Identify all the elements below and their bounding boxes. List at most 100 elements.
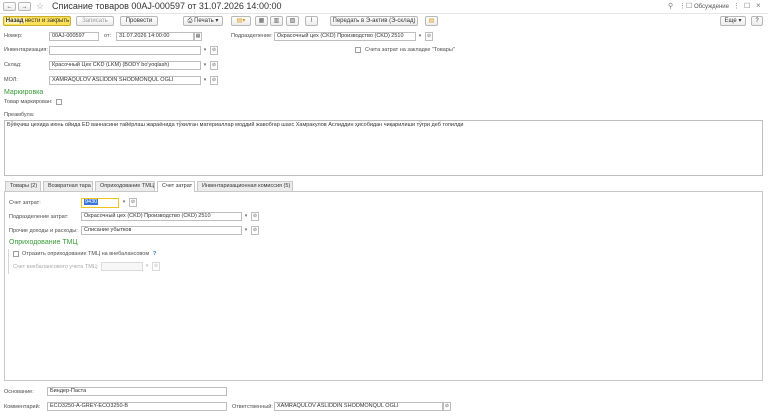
write-button[interactable]: Записать xyxy=(76,16,114,26)
other-income-open-button[interactable]: ⊘ xyxy=(251,226,259,235)
link-icon[interactable]: ⚲ xyxy=(668,2,673,11)
cost-subdivision-dropdown[interactable]: ▾ xyxy=(242,212,250,221)
responsible-open-button[interactable]: ⊘ xyxy=(443,402,451,411)
cost-account-field[interactable]: 9430 xyxy=(81,198,119,208)
number-label: Номер: xyxy=(4,33,23,39)
movements-button[interactable]: ▦ xyxy=(255,16,268,26)
cost-subdivision-open-button[interactable]: ⊘ xyxy=(251,212,259,221)
inventory-dropdown[interactable]: ▾ xyxy=(201,46,209,55)
mol-field[interactable]: XAMRAQULOV ASLIDDIN SHODMONQUL OGLI xyxy=(49,76,201,85)
mol-label: МОЛ: xyxy=(4,77,18,83)
open-link-icon: ⊘ xyxy=(426,33,432,39)
favorite-star-icon[interactable]: ☆ xyxy=(36,1,44,11)
printer-icon: ⎙ xyxy=(187,18,193,24)
warehouse-open-button[interactable]: ⊘ xyxy=(210,61,218,70)
chevron-down-icon: ▾ xyxy=(122,199,126,205)
mol-dropdown[interactable]: ▾ xyxy=(201,76,209,85)
window-menu-icon[interactable]: ⋮ xyxy=(733,2,740,11)
marked-checkbox[interactable] xyxy=(56,99,62,105)
discussion-label[interactable]: Обсуждение xyxy=(694,3,729,11)
cost-account-label: Счет затрат: xyxy=(9,200,41,206)
structure-button[interactable]: ▧ xyxy=(286,16,299,26)
open-link-icon: ⊘ xyxy=(211,77,217,83)
subdivision-label: Подразделение: xyxy=(231,33,273,39)
create-based-on-button[interactable]: ▤▾ xyxy=(231,16,251,26)
cost-account-dropdown[interactable]: ▾ xyxy=(120,198,128,207)
help-button[interactable]: ? xyxy=(751,16,763,26)
nav-back-button[interactable]: ← xyxy=(3,2,16,11)
arrow-right-icon: → xyxy=(21,4,28,10)
other-income-field[interactable]: Списание убытков xyxy=(81,226,242,235)
subdivision-open-button[interactable]: ⊘ xyxy=(425,32,433,41)
basis-label: Основание: xyxy=(4,389,34,395)
tab-cost-account[interactable]: Счет затрат xyxy=(157,181,195,192)
dt-kt-button[interactable]: ▥ xyxy=(270,16,283,26)
offbalance-account-open-button[interactable]: ⊘ xyxy=(152,262,160,271)
offbalance-label: Отразить оприходование ТМЦ на внебалансо… xyxy=(22,251,150,257)
chevron-down-icon: ▾ xyxy=(244,213,248,219)
attach-files-button[interactable]: ⌇ xyxy=(305,16,318,26)
tab-tmc-receipt[interactable]: Оприходование ТМЦ xyxy=(95,181,155,191)
post-close-label: нести и закрыть xyxy=(24,18,70,24)
tab-inventory-commission[interactable]: Инвентаризационная комиссия (5) xyxy=(197,181,293,191)
warehouse-label: Склад: xyxy=(4,62,22,68)
preamble-label: Преамбула: xyxy=(4,112,35,118)
tmc-group-bar xyxy=(8,249,9,274)
cost-account-open-button[interactable]: ⊘ xyxy=(129,198,137,207)
chevron-down-icon: ▾ xyxy=(145,263,149,269)
subdivision-field[interactable]: Окрасочный цех (CKD) Производство (CKD) … xyxy=(274,32,416,41)
maximize-icon[interactable]: ☐ xyxy=(744,2,750,11)
cost-account-value: 9430 xyxy=(84,199,99,205)
open-link-icon: ⊘ xyxy=(252,213,258,219)
cost-accounts-label: Счета затрат на закладке "Товары" xyxy=(365,47,455,53)
print-label: Печать xyxy=(194,18,214,24)
close-icon[interactable]: × xyxy=(756,1,761,11)
cost-subdivision-field[interactable]: Окрасочный цех (CKD) Производство (CKD) … xyxy=(81,212,242,221)
preamble-textarea[interactable]: Бўёқчиш цехида июнь ойида ED ваннасини т… xyxy=(4,120,763,176)
subdivision-dropdown[interactable]: ▾ xyxy=(416,32,424,41)
inventory-label: Инвентаризация: xyxy=(4,47,48,53)
chevron-down-icon: ▾ xyxy=(215,18,219,24)
nav-forward-button[interactable]: → xyxy=(18,2,31,11)
open-link-icon: ⊘ xyxy=(211,47,217,53)
offbalance-account-field[interactable] xyxy=(101,262,143,271)
inventory-open-button[interactable]: ⊘ xyxy=(210,46,218,55)
marked-label: Товар маркирован: xyxy=(4,99,53,105)
basis-field[interactable]: Биндер-Паста xyxy=(47,387,227,396)
transfer-button[interactable]: Передать в Э-актив (Э-склад) xyxy=(330,16,418,26)
calendar-button[interactable]: ▦ xyxy=(194,32,202,41)
arrow-left-icon: ← xyxy=(6,4,13,10)
chevron-down-icon: ▾ xyxy=(738,18,742,24)
more-button[interactable]: Еще ▾ xyxy=(720,16,746,26)
comment-field[interactable]: ECO3250-A-GREY-ECO3250-B xyxy=(47,402,227,411)
preamble-text: Бўёқчиш цехида июнь ойида ED ваннасини т… xyxy=(7,122,464,128)
movements-icon: ▦ xyxy=(258,18,265,24)
warehouse-dropdown[interactable]: ▾ xyxy=(201,61,209,70)
inventory-field[interactable] xyxy=(49,46,201,55)
marking-title: Маркировка xyxy=(4,89,44,96)
other-income-dropdown[interactable]: ▾ xyxy=(242,226,250,235)
discussion-icon[interactable]: ☐ xyxy=(686,2,692,11)
create-document-icon: ▤▾ xyxy=(236,18,246,24)
print-button[interactable]: ⎙ Печать ▾ xyxy=(183,16,223,26)
offbalance-checkbox[interactable] xyxy=(13,251,19,257)
window-title: Списание товаров 00AJ-000597 от 31.07.20… xyxy=(52,1,282,11)
responsible-field[interactable]: XAMRAQULOV ASLIDDIN SHODMONQUL OGLI xyxy=(274,402,443,411)
open-link-icon: ⊘ xyxy=(211,62,217,68)
date-field[interactable]: 31.07.2026 14:00:00 xyxy=(116,32,194,41)
report-button[interactable]: ▤ xyxy=(425,16,438,26)
open-link-icon: ⊘ xyxy=(153,263,159,269)
offbalance-account-dropdown[interactable]: ▾ xyxy=(143,262,151,271)
warehouse-field[interactable]: Красочный Цех CKD (LKM) (BODY bo'yoqlash… xyxy=(49,61,201,70)
more-actions-icon[interactable]: ⋮ xyxy=(679,2,686,11)
post-and-close-button[interactable]: Назаднести и закрыть xyxy=(3,16,71,26)
number-field[interactable]: 00AJ-000597 xyxy=(49,32,99,41)
post-button[interactable]: Провести xyxy=(120,16,158,26)
mol-open-button[interactable]: ⊘ xyxy=(210,76,218,85)
tab-returnable-containers[interactable]: Возвратная тара xyxy=(43,181,93,191)
structure-icon: ▧ xyxy=(289,18,296,24)
offbalance-help-icon[interactable]: ? xyxy=(153,250,156,258)
cost-accounts-checkbox[interactable] xyxy=(355,47,361,53)
chevron-down-icon: ▾ xyxy=(203,62,207,68)
tab-goods[interactable]: Товары (2) xyxy=(5,181,41,191)
